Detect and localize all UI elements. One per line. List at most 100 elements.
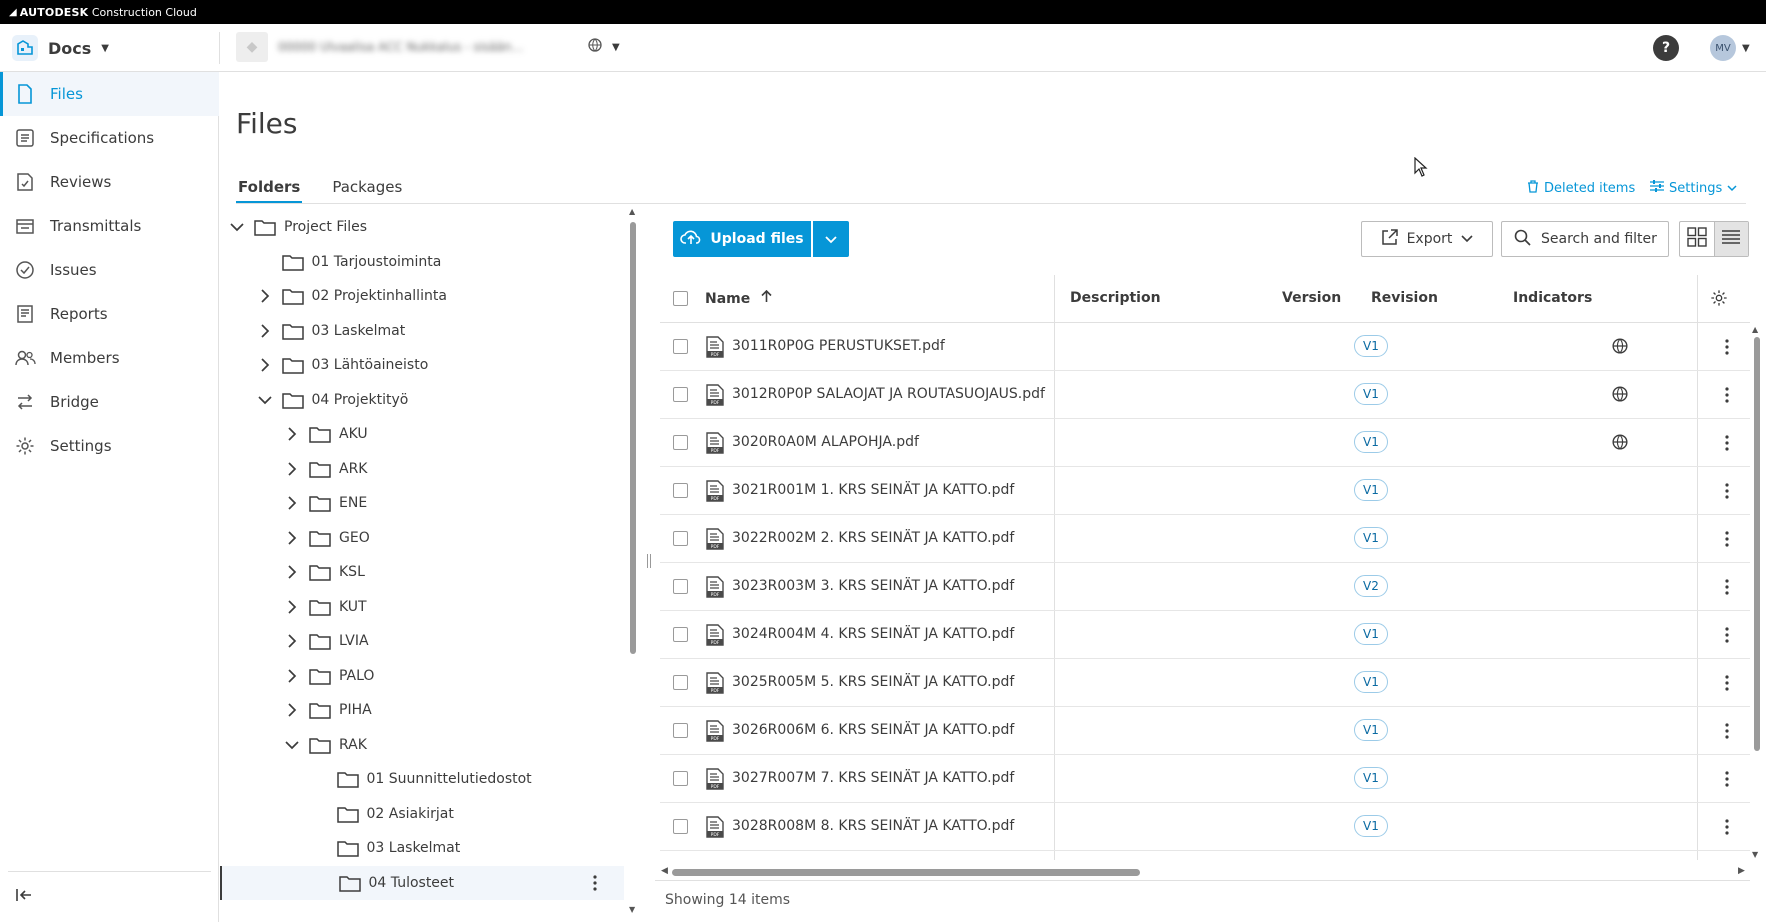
table-row[interactable]: PDF 3012R0P0P SALAOJAT JA ROUTASUOJAUS.pd… bbox=[660, 371, 1750, 419]
version-badge[interactable]: V1 bbox=[1354, 479, 1388, 501]
table-vertical-scrollbar[interactable] bbox=[1754, 337, 1760, 751]
version-badge[interactable]: V1 bbox=[1354, 815, 1388, 837]
row-checkbox[interactable] bbox=[673, 819, 688, 834]
sidebar-item-specifications[interactable]: Specifications bbox=[0, 116, 219, 160]
project-picker[interactable]: ◆ 00000 Ulvaalisa ACC Nukkalus - sisään…… bbox=[236, 32, 620, 62]
export-button[interactable]: Export bbox=[1361, 221, 1493, 257]
help-button[interactable]: ? bbox=[1653, 35, 1679, 61]
module-switcher[interactable]: Docs ▼ bbox=[12, 33, 109, 63]
table-row[interactable] bbox=[660, 851, 1750, 860]
row-checkbox[interactable] bbox=[673, 627, 688, 642]
column-indicators-header[interactable]: Indicators bbox=[1513, 290, 1592, 306]
more-options-icon[interactable] bbox=[1718, 385, 1736, 405]
file-name-link[interactable]: 3012R0P0P SALAOJAT JA ROUTASUOJAUS.pdf bbox=[732, 386, 1045, 402]
folder-tree-item[interactable]: LVIA bbox=[220, 624, 624, 658]
upload-options-button[interactable] bbox=[813, 221, 849, 257]
tree-scroll-down-arrow[interactable]: ▼ bbox=[629, 905, 635, 914]
version-badge[interactable]: V2 bbox=[1354, 575, 1388, 597]
row-checkbox[interactable] bbox=[673, 435, 688, 450]
row-checkbox[interactable] bbox=[673, 339, 688, 354]
deleted-items-link[interactable]: Deleted items bbox=[1527, 180, 1635, 197]
sidebar-item-reports[interactable]: Reports bbox=[0, 292, 219, 336]
row-checkbox[interactable] bbox=[673, 723, 688, 738]
row-checkbox[interactable] bbox=[673, 579, 688, 594]
chevron-right-icon[interactable] bbox=[283, 701, 301, 719]
chevron-down-icon[interactable] bbox=[283, 736, 301, 754]
chevron-right-icon[interactable] bbox=[283, 529, 301, 547]
table-horizontal-scrollbar[interactable] bbox=[672, 869, 1140, 876]
folder-tree-item[interactable]: Project Files bbox=[220, 212, 624, 244]
more-options-icon[interactable] bbox=[1718, 769, 1736, 789]
file-name-link[interactable]: 3024R004M 4. KRS SEINÄT JA KATTO.pdf bbox=[732, 626, 1014, 642]
version-badge[interactable]: V1 bbox=[1354, 623, 1388, 645]
folder-tree-item[interactable]: 02 Asiakirjat bbox=[220, 797, 624, 831]
chevron-down-icon[interactable] bbox=[256, 391, 274, 409]
version-badge[interactable]: V1 bbox=[1354, 431, 1388, 453]
chevron-right-icon[interactable] bbox=[283, 494, 301, 512]
more-options-icon[interactable] bbox=[1718, 529, 1736, 549]
sidebar-item-reviews[interactable]: Reviews bbox=[0, 160, 219, 204]
version-badge[interactable]: V1 bbox=[1354, 719, 1388, 741]
more-options-icon[interactable] bbox=[1718, 721, 1736, 741]
folder-tree-item[interactable]: ENE bbox=[220, 486, 624, 520]
chevron-right-icon[interactable] bbox=[256, 287, 274, 305]
folder-tree-item[interactable]: 01 Suunnittelutiedostot bbox=[220, 762, 624, 796]
select-all-checkbox[interactable] bbox=[673, 291, 688, 306]
grid-view-button[interactable] bbox=[1680, 222, 1714, 256]
sidebar-item-members[interactable]: Members bbox=[0, 336, 219, 380]
tree-scroll-up-arrow[interactable]: ▲ bbox=[629, 207, 635, 216]
folder-tree-item[interactable]: PALO bbox=[220, 659, 624, 693]
folder-tree-item[interactable]: 03 Lähtöaineisto bbox=[220, 348, 624, 382]
version-badge[interactable]: V1 bbox=[1354, 767, 1388, 789]
chevron-right-icon[interactable] bbox=[283, 460, 301, 478]
folder-tree-item[interactable]: 03 Laskelmat bbox=[220, 831, 624, 865]
folder-tree-item[interactable]: PIHA bbox=[220, 693, 624, 727]
file-name-link[interactable]: 3023R003M 3. KRS SEINÄT JA KATTO.pdf bbox=[732, 578, 1014, 594]
version-badge[interactable]: V1 bbox=[1354, 527, 1388, 549]
table-scroll-down-arrow[interactable]: ▼ bbox=[1752, 850, 1758, 859]
table-scroll-up-arrow[interactable]: ▲ bbox=[1752, 325, 1758, 334]
row-checkbox[interactable] bbox=[673, 531, 688, 546]
more-options-icon[interactable] bbox=[1718, 673, 1736, 693]
sidebar-item-issues[interactable]: Issues bbox=[0, 248, 219, 292]
file-name-link[interactable]: 3027R007M 7. KRS SEINÄT JA KATTO.pdf bbox=[732, 770, 1014, 786]
version-badge[interactable]: V1 bbox=[1354, 383, 1388, 405]
upload-files-button[interactable]: Upload files bbox=[673, 221, 811, 257]
chevron-down-icon[interactable] bbox=[228, 218, 246, 236]
folder-tree-item[interactable]: AKU bbox=[220, 417, 624, 451]
tree-scrollbar[interactable] bbox=[630, 222, 636, 654]
more-options-icon[interactable] bbox=[586, 874, 604, 892]
panel-resize-handle[interactable] bbox=[647, 554, 653, 572]
chevron-right-icon[interactable] bbox=[256, 322, 274, 340]
folder-tree-item[interactable]: ARK bbox=[220, 452, 624, 486]
chevron-right-icon[interactable] bbox=[283, 563, 301, 581]
more-options-icon[interactable] bbox=[1718, 817, 1736, 837]
chevron-right-icon[interactable] bbox=[283, 598, 301, 616]
file-name-link[interactable]: 3020R0A0M ALAPOHJA.pdf bbox=[732, 434, 919, 450]
column-version-header[interactable]: Version bbox=[1282, 290, 1341, 306]
user-menu[interactable]: MV ▼ bbox=[1710, 35, 1750, 61]
table-row[interactable]: PDF 3011R0P0G PERUSTUKSET.pdf V1 bbox=[660, 323, 1750, 371]
more-options-icon[interactable] bbox=[1718, 337, 1736, 357]
table-row[interactable]: PDF 3028R008M 8. KRS SEINÄT JA KATTO.pdf V… bbox=[660, 803, 1750, 851]
folder-tree-item[interactable]: KSL bbox=[220, 555, 624, 589]
chevron-right-icon[interactable] bbox=[283, 425, 301, 443]
file-name-link[interactable]: 3028R008M 8. KRS SEINÄT JA KATTO.pdf bbox=[732, 818, 1014, 834]
table-row[interactable]: PDF 3022R002M 2. KRS SEINÄT JA KATTO.pdf V… bbox=[660, 515, 1750, 563]
more-options-icon[interactable] bbox=[1718, 481, 1736, 501]
folder-tree-item[interactable]: 01 Tarjoustoiminta bbox=[220, 245, 624, 279]
table-row[interactable]: PDF 3025R005M 5. KRS SEINÄT JA KATTO.pdf V… bbox=[660, 659, 1750, 707]
folder-tree-item[interactable]: 04 Projektityö bbox=[220, 383, 624, 417]
table-row[interactable]: PDF 3027R007M 7. KRS SEINÄT JA KATTO.pdf V… bbox=[660, 755, 1750, 803]
table-row[interactable]: PDF 3024R004M 4. KRS SEINÄT JA KATTO.pdf V… bbox=[660, 611, 1750, 659]
file-name-link[interactable]: 3011R0P0G PERUSTUKSET.pdf bbox=[732, 338, 945, 354]
table-scroll-right-arrow[interactable]: ▶ bbox=[1738, 866, 1745, 876]
sidebar-item-files[interactable]: Files bbox=[0, 72, 219, 116]
tab-folders[interactable]: Folders bbox=[236, 172, 303, 204]
folder-tree-item[interactable]: 04 Tulosteet bbox=[220, 865, 624, 900]
folder-tree-item[interactable]: 02 Projektinhallinta bbox=[220, 279, 624, 313]
folder-tree-item[interactable]: RAK bbox=[220, 728, 624, 762]
sidebar-item-transmittals[interactable]: Transmittals bbox=[0, 204, 219, 248]
folder-tree-item[interactable]: 03 Laskelmat bbox=[220, 314, 624, 348]
version-badge[interactable]: V1 bbox=[1354, 335, 1388, 357]
